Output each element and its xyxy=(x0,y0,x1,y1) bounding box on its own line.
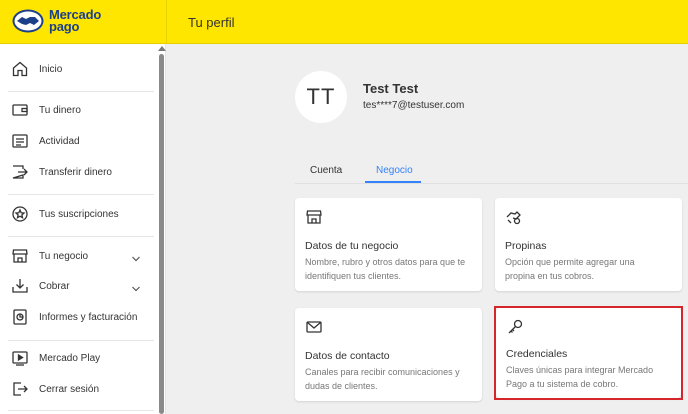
report-icon xyxy=(11,308,29,326)
avatar[interactable]: TT xyxy=(295,71,347,123)
card-description: Canales para recibir comunicaciones y du… xyxy=(305,366,460,393)
sidebar-item-cobrar[interactable]: Cobrar xyxy=(0,271,155,301)
sidebar-item-label: Actividad xyxy=(39,135,80,147)
sidebar-divider xyxy=(8,236,154,237)
wallet-icon xyxy=(11,101,29,119)
mercado-pago-logo[interactable]: Mercado pago xyxy=(12,8,101,34)
card-description-line: identifiquen tus clientes. xyxy=(305,270,402,281)
card-description-line: Nombre, rubro y otros datos para que te xyxy=(305,257,466,267)
header-divider xyxy=(166,0,167,44)
mail-icon xyxy=(305,318,323,336)
sidebar-item-informes-facturacion[interactable]: Informes y facturación xyxy=(0,302,155,332)
chevron-down-icon[interactable] xyxy=(131,281,141,292)
sidebar-divider xyxy=(8,91,154,92)
sidebar-item-cerrar-sesion[interactable]: Cerrar sesión xyxy=(0,374,155,404)
sidebar-item-mercado-play[interactable]: Mercado Play xyxy=(0,343,155,373)
card-description-line: dudas de clientes. xyxy=(305,380,378,391)
sidebar-item-label: Tus suscripciones xyxy=(39,208,119,220)
sidebar-item-inicio[interactable]: Inicio xyxy=(0,54,155,84)
sidebar-item-label: Tu negocio xyxy=(39,250,89,262)
activity-icon xyxy=(11,132,29,150)
card-description: Opción que permite agregar una propina e… xyxy=(505,256,635,283)
card-title: Datos de tu negocio xyxy=(305,240,399,252)
play-icon xyxy=(11,349,29,367)
sidebar-item-label: Mercado Play xyxy=(39,352,101,364)
active-tab-indicator xyxy=(365,181,421,183)
sidebar-item-label: Tu dinero xyxy=(39,104,81,116)
logo-text-line2: pago xyxy=(49,19,80,34)
sidebar-item-label: Cobrar xyxy=(39,280,70,292)
card-description-line: Canales para recibir comunicaciones y xyxy=(305,367,460,377)
card-credenciales[interactable]: Credenciales Claves únicas para integrar… xyxy=(496,308,681,398)
sidebar-item-tu-negocio[interactable]: Tu negocio xyxy=(0,241,155,271)
tip-hand-icon xyxy=(505,208,523,226)
store-icon xyxy=(305,208,323,226)
card-datos-de-contacto[interactable]: Datos de contacto Canales para recibir c… xyxy=(295,308,482,401)
profile-email: tes****7@testuser.com xyxy=(363,100,465,111)
handshake-logo-icon xyxy=(12,9,44,33)
card-description: Nombre, rubro y otros datos para que te … xyxy=(305,256,465,283)
sidebar-item-tu-dinero[interactable]: Tu dinero xyxy=(0,95,155,125)
sidebar-item-tus-suscripciones[interactable]: Tus suscripciones xyxy=(0,199,155,229)
chevron-down-icon[interactable] xyxy=(131,251,141,262)
sidebar-divider xyxy=(8,194,154,195)
transfer-icon xyxy=(11,163,29,181)
card-title: Credenciales xyxy=(506,348,568,360)
top-header: Mercado pago Tu perfil xyxy=(0,0,688,44)
card-propinas[interactable]: Propinas Opción que permite agregar una … xyxy=(495,198,682,291)
sidebar-divider xyxy=(8,340,154,341)
card-datos-de-tu-negocio[interactable]: Datos de tu negocio Nombre, rubro y otro… xyxy=(295,198,482,291)
star-icon xyxy=(11,205,29,223)
scrollbar-up-arrow[interactable] xyxy=(158,46,166,51)
sidebar-item-actividad[interactable]: Actividad xyxy=(0,126,155,156)
card-title: Datos de contacto xyxy=(305,350,390,362)
card-description-line: Pago a tu sistema de cobro. xyxy=(506,378,619,389)
sidebar-item-label: Informes y facturación xyxy=(39,311,138,323)
sidebar-item-transferir-dinero[interactable]: Transferir dinero xyxy=(0,157,155,187)
sidebar-item-label: Cerrar sesión xyxy=(39,383,100,395)
tabs-divider xyxy=(295,183,688,184)
sidebar-item-label: Inicio xyxy=(39,63,63,75)
card-description-line: Opción que permite agregar una xyxy=(505,257,635,267)
page-title: Tu perfil xyxy=(188,15,235,30)
home-icon xyxy=(11,60,29,78)
card-title: Propinas xyxy=(505,240,547,252)
key-icon xyxy=(506,318,524,336)
sidebar-divider xyxy=(8,410,154,411)
card-description: Claves únicas para integrar Mercado Pago… xyxy=(506,364,653,391)
store-icon xyxy=(11,247,29,265)
card-description-line: Claves únicas para integrar Mercado xyxy=(506,365,654,375)
profile-name: Test Test xyxy=(363,81,419,96)
logout-icon xyxy=(11,380,29,398)
sidebar-scrollbar[interactable] xyxy=(159,54,164,414)
sidebar-item-label: Transferir dinero xyxy=(39,166,112,178)
tab-cuenta[interactable]: Cuenta xyxy=(310,165,342,176)
tab-negocio[interactable]: Negocio xyxy=(376,165,413,176)
download-icon xyxy=(11,277,29,295)
sidebar: Inicio Tu dinero Actividad Transferir di… xyxy=(0,44,166,414)
card-description-line: propina en tus cobros. xyxy=(505,270,595,281)
